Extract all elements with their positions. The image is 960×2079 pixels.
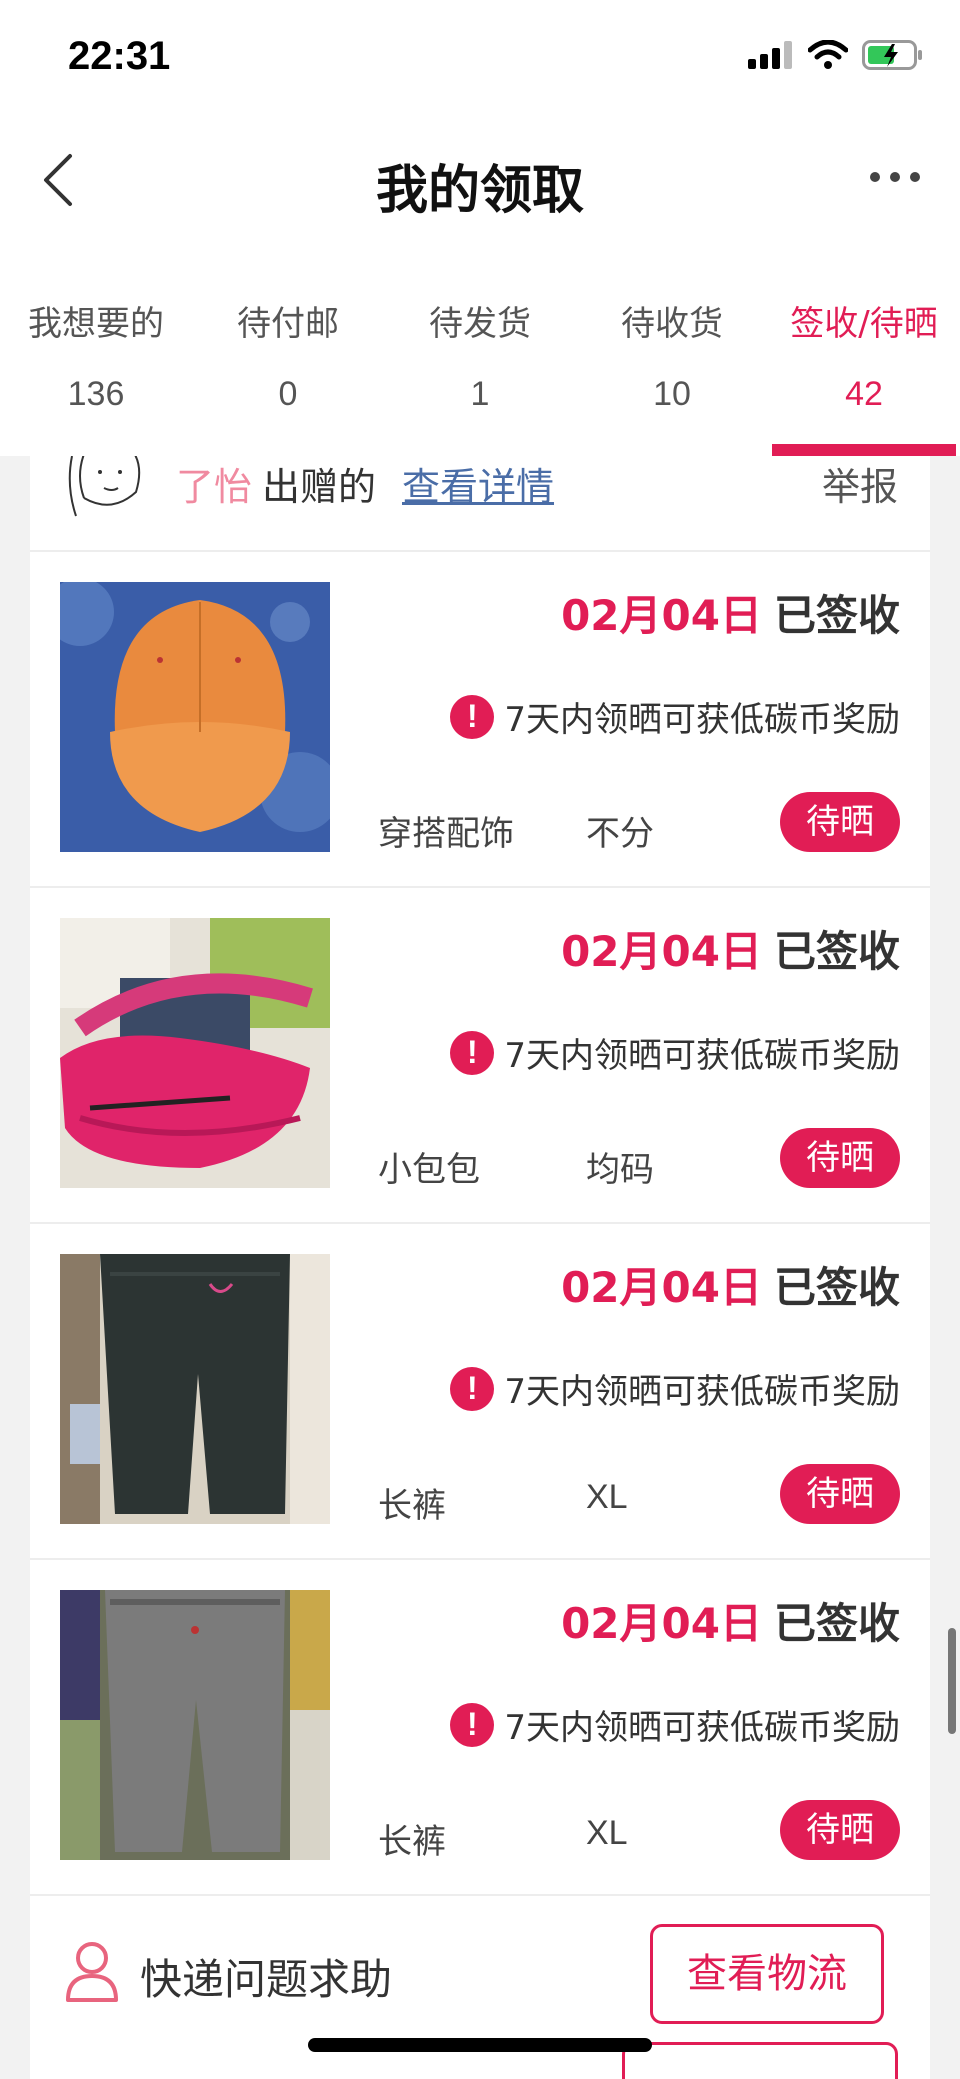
tab-active-indicator (772, 444, 956, 456)
secondary-button[interactable] (622, 2042, 898, 2079)
page-title: 我的领取 (375, 161, 584, 221)
item-date-text: 02月04日 (561, 1263, 762, 1312)
item-size: XL (586, 1814, 628, 1852)
pending-share-button[interactable]: 待晒 (780, 1464, 900, 1524)
giver-name[interactable]: 了怡 (176, 456, 252, 511)
tab-label: 待发货 (429, 304, 531, 344)
item-image-grey-pants[interactable] (60, 1590, 330, 1860)
exclamation-icon: ! (450, 1030, 495, 1075)
item-date: 02月04日 已签收 (561, 918, 900, 979)
item-status: 已签收 (773, 1599, 900, 1648)
reward-notice-text: 7天内领晒可获低碳币奖励 (504, 700, 900, 740)
item-date-text: 02月04日 (561, 927, 762, 976)
tab-count: 10 (653, 375, 691, 413)
tab-count: 136 (67, 375, 125, 413)
item-image-pink-bag[interactable] (60, 918, 330, 1188)
item-date-text: 02月04日 (561, 1599, 762, 1648)
tab-bar: 我想要的 136 待付邮 0 待发货 1 待收货 10 签收/待晒 42 (0, 240, 960, 456)
list-item[interactable]: 02月04日 已签收 ! 7天内领晒可获低碳币奖励 小包包 均码 待晒 (30, 888, 930, 1224)
more-button[interactable] (870, 172, 920, 182)
nav-bar: 我的领取 (0, 120, 960, 240)
home-indicator[interactable] (308, 2038, 652, 2052)
pending-share-button[interactable]: 待晒 (780, 1800, 900, 1860)
more-dots-icon (890, 172, 900, 182)
reward-notice-text: 7天内领晒可获低碳币奖励 (504, 1708, 900, 1748)
tab-pending-receipt[interactable]: 待收货 10 (576, 240, 768, 456)
item-date-text: 02月04日 (561, 591, 762, 640)
tab-count: 42 (845, 375, 883, 413)
tab-pending-shipment[interactable]: 待发货 1 (384, 240, 576, 456)
view-logistics-button[interactable]: 查看物流 (650, 1924, 884, 2024)
pending-share-button[interactable]: 待晒 (780, 792, 900, 852)
tab-label: 待收货 (621, 304, 723, 344)
battery-icon (862, 40, 922, 70)
item-category: 长裤 (378, 1822, 446, 1862)
item-status: 已签收 (773, 1263, 900, 1312)
reward-notice-text: 7天内领晒可获低碳币奖励 (504, 1372, 900, 1412)
delivery-help-link[interactable]: 快递问题求助 (140, 1946, 392, 2007)
status-bar: 22:31 (0, 0, 960, 120)
tab-signed[interactable]: 签收/待晒 42 (768, 240, 960, 456)
item-image-dark-pants[interactable] (60, 1254, 330, 1524)
item-date: 02月04日 已签收 (561, 1590, 900, 1651)
item-category: 长裤 (378, 1486, 446, 1526)
tab-pending-postage[interactable]: 待付邮 0 (192, 240, 384, 456)
item-status: 已签收 (773, 927, 900, 976)
list-item[interactable]: 02月04日 已签收 ! 7天内领晒可获低碳币奖励 长裤 XL 待晒 (30, 1224, 930, 1560)
user-icon (66, 1942, 118, 2002)
tab-count: 0 (278, 375, 298, 413)
avatar[interactable] (62, 456, 142, 526)
status-time: 22:31 (68, 34, 171, 78)
reward-notice-text: 7天内领晒可获低碳币奖励 (504, 1036, 900, 1076)
reward-notice: ! 7天内领晒可获低碳币奖励 (450, 1028, 900, 1077)
status-icons (748, 40, 924, 70)
item-size: XL (586, 1478, 628, 1516)
giver-row: 了怡 出赠的 查看详情 举报 (30, 456, 930, 552)
view-details-link[interactable]: 查看详情 (402, 456, 554, 511)
tab-wanted[interactable]: 我想要的 136 (0, 240, 192, 456)
order-card: 了怡 出赠的 查看详情 举报 02月04日已签收 ! 7天内领晒可获低碳币奖励 (30, 456, 930, 2079)
tab-label: 我想要的 (28, 304, 164, 344)
list-item[interactable]: 02月04日 已签收 ! 7天内领晒可获低碳币奖励 长裤 XL 待晒 (30, 1560, 930, 1896)
exclamation-icon: ! (450, 1366, 495, 1411)
exclamation-icon: ! (450, 694, 495, 739)
item-category: 穿搭配饰 (378, 814, 514, 854)
reward-notice: ! 7天内领晒可获低碳币奖励 (450, 1700, 900, 1749)
signal-icon (748, 41, 792, 69)
pending-share-button[interactable]: 待晒 (780, 1128, 900, 1188)
item-date: 02月04日 已签收 (561, 1254, 900, 1315)
wifi-icon (808, 40, 848, 69)
tab-count: 1 (470, 375, 490, 413)
item-size: 不分 (586, 815, 654, 853)
tab-label: 待付邮 (237, 304, 339, 344)
item-date: 02月04日 已签收 (561, 582, 900, 643)
item-size: 均码 (586, 1151, 654, 1189)
giver-text: 出赠的 (262, 465, 377, 509)
more-dots-icon (910, 172, 920, 182)
more-dots-icon (870, 172, 880, 182)
exclamation-icon: ! (450, 1702, 495, 1747)
tab-label: 签收/待晒 (790, 304, 938, 344)
reward-notice: ! 7天内领晒可获低碳币奖励 (450, 692, 900, 741)
reward-notice: ! 7天内领晒可获低碳币奖励 (450, 1364, 900, 1413)
scrollbar[interactable] (948, 1628, 956, 1734)
item-category: 小包包 (378, 1150, 480, 1190)
item-image-orange-cap[interactable] (60, 582, 330, 852)
list-item[interactable]: 02月04日 已签收 ! 7天内领晒可获低碳币奖励 穿搭配饰 不分 待晒 (30, 552, 930, 888)
report-button[interactable]: 举报 (822, 456, 898, 511)
help-row: 快递问题求助 查看物流 (30, 1896, 930, 2079)
item-status: 已签收 (773, 591, 900, 640)
